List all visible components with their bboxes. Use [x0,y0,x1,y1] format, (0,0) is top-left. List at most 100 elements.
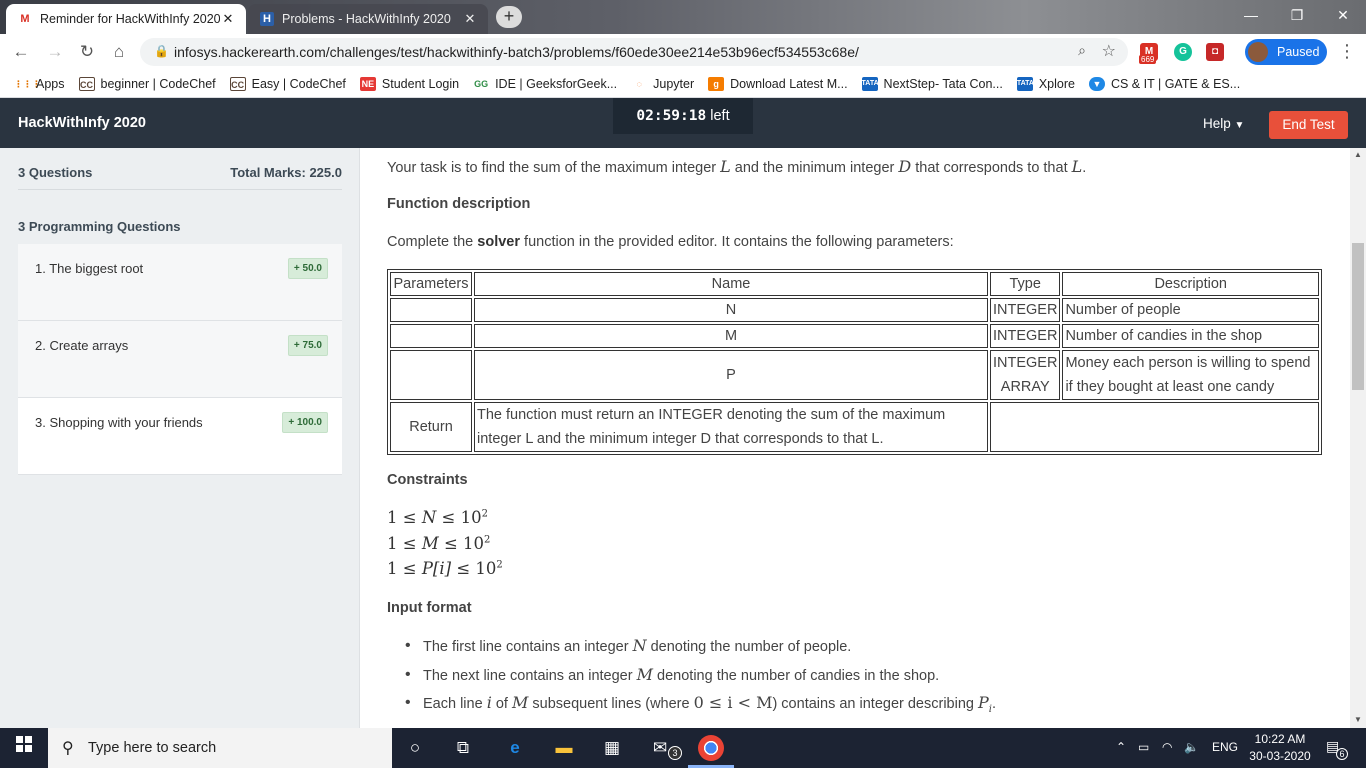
close-icon[interactable]: ✕ [462,11,478,27]
address-bar[interactable]: 🔒 infosys.hackerearth.com/challenges/tes… [140,38,1128,66]
taskbar-search-input[interactable]: ⚲ Type here to search [48,728,392,768]
header-type: Type [990,272,1061,296]
restore-icon[interactable]: ❐ [1274,0,1320,32]
windows-start-icon[interactable] [0,728,48,768]
bookmark-gate[interactable]: ▼ CS & IT | GATE & ES... [1088,76,1240,91]
parameters-table: Parameters Name Type Description N INTEG… [387,269,1322,455]
return-description: The function must return an INTEGER deno… [474,402,988,452]
bookmark-xplore[interactable]: TATA Xplore [1016,76,1075,91]
name-cell: M [474,324,988,348]
gmail-icon: M [20,13,30,25]
scroll-down-icon[interactable]: ▼ [1354,715,1362,724]
bookmark-jupyter[interactable]: ◌ Jupyter [631,77,694,91]
hackerearth-icon: H [260,12,274,26]
description-cell: Money each person is willing to spend if … [1062,350,1319,400]
store-icon[interactable]: ▦ [600,736,624,760]
browser-toolbar: ← → ↻ ⌂ 🔒 infosys.hackerearth.com/challe… [0,34,1366,70]
caret-down-icon: ▼ [1234,120,1245,131]
constraint-m: 1 ≤ M ≤ 102 [387,534,491,553]
home-icon[interactable]: ⌂ [108,41,130,63]
bookmark-download[interactable]: g Download Latest M... [708,76,848,91]
file-explorer-icon[interactable]: ▬ [552,736,576,760]
menu-kebab-icon[interactable]: ⋮ [1338,41,1356,62]
content-scrollbar[interactable]: ▲ ▼ [1350,148,1366,728]
language-indicator[interactable]: ENG [1212,740,1238,754]
system-clock[interactable]: 10:22 AM 30-03-2020 [1240,731,1320,765]
problem-statement: Your task is to find the sum of the maxi… [361,148,1350,728]
question-item-3[interactable]: 3. Shopping with your friends + 100.0 [18,398,342,475]
list-item: Each line i of M subsequent lines (where… [387,691,996,720]
wifi-icon[interactable]: ◠ [1162,740,1172,754]
bookmark-star-icon[interactable]: ☆ [1102,41,1116,61]
table-row: M INTEGER Number of candies in the shop [390,324,1319,348]
table-header-row: Parameters Name Type Description [390,272,1319,296]
tab-title: Problems - HackWithInfy 2020 [282,12,451,26]
scroll-up-icon[interactable]: ▲ [1354,150,1362,159]
tray-expand-icon[interactable]: ⌃ [1116,740,1126,754]
bookmark-codechef-easy[interactable]: CC Easy | CodeChef [229,76,346,91]
question-item-2[interactable]: 2. Create arrays + 75.0 [18,321,342,398]
end-test-button[interactable]: End Test [1269,111,1348,139]
bookmark-apps[interactable]: ⋮⋮⋮ Apps [14,77,65,91]
function-name: solver [477,234,521,250]
minimize-icon[interactable]: — [1228,0,1274,32]
extension-shield-icon[interactable]: ◘ [1206,43,1224,61]
question-item-1[interactable]: 1. The biggest root + 50.0 [18,244,342,321]
param-cell [390,324,472,348]
notification-count: 6 [1336,748,1348,760]
volume-icon[interactable]: 🔈 [1184,740,1199,754]
back-icon[interactable]: ← [10,41,32,63]
name-cell: N [474,298,988,322]
zoom-icon[interactable]: ⌕ [1078,42,1086,59]
marks-badge: + 100.0 [282,412,328,433]
header-name: Name [474,272,988,296]
help-menu[interactable]: Help ▼ [1203,116,1244,131]
timer-suffix: left [710,108,730,124]
grammarly-icon[interactable]: G [1174,43,1192,61]
lock-icon: 🔒 [154,44,169,58]
window-close-icon[interactable]: ✕ [1320,0,1366,32]
marks-badge: + 50.0 [287,258,328,279]
battery-icon[interactable]: ▭ [1138,740,1149,754]
question-title: 3. Shopping with your friends [35,415,203,430]
download-icon: g [708,76,725,91]
timer-value: 02:59:18 [636,108,707,124]
bookmark-codechef-beginner[interactable]: CC beginner | CodeChef [78,76,216,91]
new-tab-button[interactable]: + [496,6,522,28]
apps-grid-icon: ⋮⋮⋮ [14,78,41,89]
table-row: P INTEGER ARRAY Money each person is will… [390,350,1319,400]
input-format-heading: Input format [387,600,472,616]
url-text: infosys.hackerearth.com/challenges/test/… [174,44,859,60]
countdown-timer: 02:59:18 left [613,98,753,134]
search-icon: ⚲ [62,740,74,757]
bookmark-gfg-ide[interactable]: GG IDE | GeeksforGeek... [473,77,617,91]
student-login-icon: NE [359,76,376,91]
tab-problems[interactable]: H Problems - HackWithInfy 2020 ✕ [248,4,488,34]
edge-icon[interactable]: e [503,736,527,760]
complete-sentence: Complete the solver function in the prov… [387,234,954,250]
avatar [1248,42,1268,62]
cortana-icon[interactable]: ○ [403,736,427,760]
sidebar-header: 3 Questions Total Marks: 225.0 [18,148,342,190]
tab-title: Reminder for HackWithInfy 2020 [40,12,220,26]
brand-title: HackWithInfy 2020 [18,115,147,131]
bookmark-nextstep[interactable]: TATA NextStep- Tata Con... [861,76,1003,91]
forward-icon[interactable]: → [44,41,66,63]
tab-reminder[interactable]: M Reminder for HackWithInfy 2020 ✕ [6,4,246,34]
task-view-icon[interactable]: ⧉ [451,736,475,760]
type-cell: INTEGER [990,324,1061,348]
jupyter-icon: ◌ [636,78,642,89]
marks-badge: + 75.0 [287,335,328,356]
tata-icon: TATA [1016,76,1034,91]
mail-badge: 3 [668,746,682,760]
profile-button[interactable]: Paused [1245,39,1327,65]
bookmarks-bar: ⋮⋮⋮ Apps CC beginner | CodeChef CC Easy | C… [0,70,1366,98]
gate-icon: ▼ [1088,76,1105,91]
reload-icon[interactable]: ↻ [76,41,98,63]
bookmark-student-login[interactable]: NE Student Login [359,76,459,91]
chrome-icon[interactable] [698,735,724,761]
return-row: Return The function must return an INTEG… [390,402,1319,452]
scrollbar-thumb[interactable] [1352,243,1364,390]
close-icon[interactable]: ✕ [220,11,236,27]
total-marks: Total Marks: 225.0 [230,165,342,180]
